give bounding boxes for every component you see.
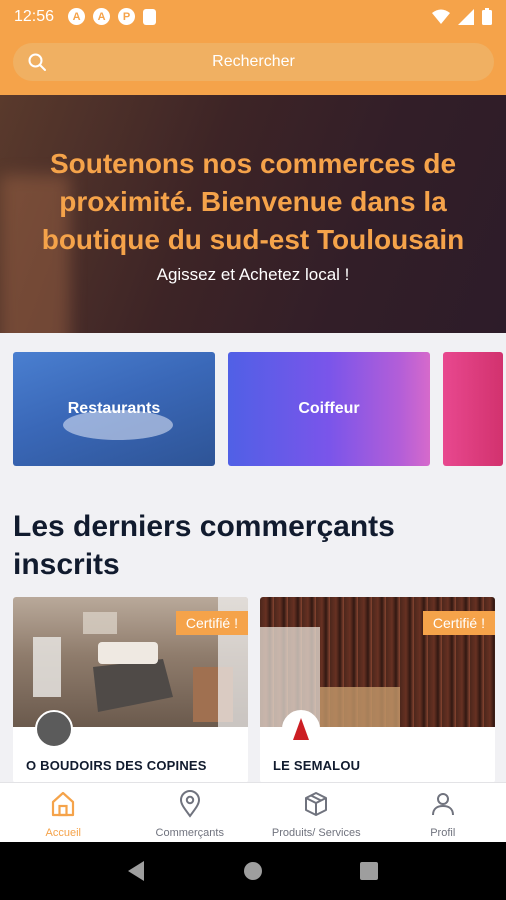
status-bar: 12:56 A A P xyxy=(0,0,506,33)
app-header: Rechercher xyxy=(0,33,506,95)
nav-profil[interactable]: Profil xyxy=(380,783,506,842)
location-pin-icon xyxy=(179,790,200,818)
hero-banner: Soutenons nos commerces de proximité. Bi… xyxy=(0,95,506,333)
search-placeholder: Rechercher xyxy=(212,53,295,70)
category-label: Restaurants xyxy=(67,400,161,417)
merchant-card[interactable]: Certifié ! O BOUDOIRS DES COPINES xyxy=(13,597,248,783)
sd-card-icon xyxy=(143,8,157,25)
nav-accueil[interactable]: Accueil xyxy=(0,783,127,842)
certified-badge: Certifié ! xyxy=(175,611,248,635)
app-p-icon: P xyxy=(118,8,136,25)
hero-subtitle: Agissez et Achetez local ! xyxy=(156,265,350,284)
logo-mark xyxy=(293,718,309,740)
signal-icon xyxy=(458,8,474,25)
section-title: Les derniers commerçants inscrits xyxy=(13,510,395,581)
nav-commercants[interactable]: Commerçants xyxy=(127,783,254,842)
recents-icon[interactable] xyxy=(359,862,378,880)
wifi-icon xyxy=(432,9,450,24)
app-a2-icon: A xyxy=(93,8,111,25)
home-icon xyxy=(52,791,75,817)
merchant-photo: Certifié ! xyxy=(13,597,248,727)
category-coiffeur[interactable]: Coiffeur xyxy=(228,352,430,466)
merchant-name: LE SEMALOU xyxy=(273,758,361,773)
hero-title: Soutenons nos commerces de proximité. Bi… xyxy=(41,148,465,255)
user-icon xyxy=(431,793,454,816)
system-icons xyxy=(432,8,492,25)
category-card-partial[interactable] xyxy=(443,352,503,466)
nav-label: Commerçants xyxy=(155,827,224,839)
status-time: 12:56 xyxy=(14,7,55,25)
avatar xyxy=(282,710,320,748)
back-icon[interactable] xyxy=(128,861,146,881)
bottom-navigation: Accueil Commerçants Produits/ Services P… xyxy=(0,782,506,842)
merchant-name: O BOUDOIRS DES COPINES xyxy=(26,758,207,773)
merchant-card[interactable]: Certifié ! LE SEMALOU xyxy=(260,597,495,783)
nav-label: Produits/ Services xyxy=(271,827,361,839)
battery-icon xyxy=(482,8,492,25)
search-bar[interactable]: Rechercher xyxy=(13,43,494,81)
merchant-photo: Certifié ! xyxy=(260,597,495,727)
category-label: Coiffeur xyxy=(298,400,360,417)
nav-label: Accueil xyxy=(45,827,81,839)
system-navigation-bar xyxy=(0,842,506,900)
app-a-icon: A xyxy=(68,8,86,25)
home-button-icon[interactable] xyxy=(243,861,263,881)
category-restaurants[interactable]: Restaurants xyxy=(13,352,215,466)
category-carousel[interactable]: Restaurants Coiffeur xyxy=(0,352,506,468)
package-icon xyxy=(305,792,328,816)
nav-label: Profil xyxy=(430,827,456,839)
notification-icons: A A P xyxy=(68,8,157,25)
certified-badge: Certifié ! xyxy=(422,611,495,635)
nav-produits-services[interactable]: Produits/ Services xyxy=(253,783,380,842)
search-icon xyxy=(28,53,46,71)
avatar xyxy=(35,710,73,748)
